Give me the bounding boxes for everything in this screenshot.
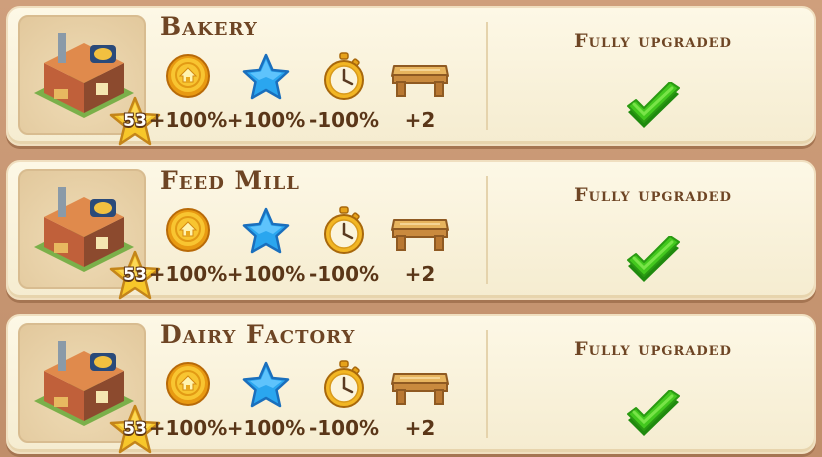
card-divider: [486, 176, 488, 284]
star-icon: [242, 53, 290, 100]
building-card[interactable]: 53 Feed Mill +100% +100% -100% +2 Fully …: [6, 160, 816, 300]
building-thumbnail: 53: [18, 15, 161, 146]
building-thumbnail: 53: [18, 169, 161, 300]
table-icon: [391, 65, 449, 97]
building-card[interactable]: 53 Bakery +100% +100% -100% +2 Fully upg…: [6, 6, 816, 146]
stat-value: +2: [404, 108, 436, 132]
building-card[interactable]: 53 Dairy Factory +100% +100% -100% +2 Fu…: [6, 314, 816, 454]
stopwatch-icon: [324, 206, 364, 254]
star-icon: [242, 361, 290, 408]
stat-value: +2: [404, 416, 436, 440]
building-name: Bakery: [160, 12, 258, 41]
table-icon: [391, 373, 449, 405]
coin-icon: [166, 208, 210, 252]
upgrade-status: Fully upgraded: [574, 338, 732, 360]
stopwatch-icon: [324, 52, 364, 100]
table-icon: [391, 219, 449, 251]
upgrade-status: Fully upgraded: [574, 184, 732, 206]
building-name: Dairy Factory: [160, 320, 356, 349]
coin-icon: [166, 54, 210, 98]
stat-slots: +2: [380, 206, 460, 292]
checkmark-icon: [624, 389, 684, 442]
checkmark-icon: [624, 81, 684, 134]
building-name: Feed Mill: [160, 166, 300, 195]
stat-slots: +2: [380, 52, 460, 138]
star-icon: [242, 207, 290, 254]
stat-slots: +2: [380, 360, 460, 446]
stat-value: +2: [404, 262, 436, 286]
card-divider: [486, 22, 488, 130]
building-thumbnail: 53: [18, 323, 161, 454]
coin-icon: [166, 362, 210, 406]
checkmark-icon: [624, 235, 684, 288]
upgrade-status: Fully upgraded: [574, 30, 732, 52]
stopwatch-icon: [324, 360, 364, 408]
card-divider: [486, 330, 488, 438]
